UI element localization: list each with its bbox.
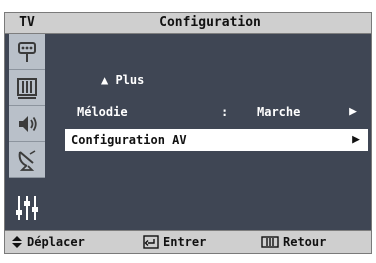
antenna-icon bbox=[18, 41, 36, 62]
sidebar-item-channel[interactable] bbox=[9, 142, 45, 178]
help-return-label: Retour bbox=[283, 235, 327, 249]
sidebar-item-picture[interactable] bbox=[9, 70, 45, 106]
menu-row-configuration-av[interactable]: Configuration AV ▶ bbox=[65, 129, 368, 151]
help-move: Déplacer bbox=[11, 231, 85, 253]
more-up-indicator[interactable]: ▲ Plus bbox=[101, 69, 365, 91]
menu-row-melodie[interactable]: Mélodie : Marche ▶ bbox=[71, 101, 365, 123]
more-label: ▲ Plus bbox=[101, 73, 145, 87]
sound-icon bbox=[19, 115, 37, 132]
help-return: Retour bbox=[261, 231, 326, 253]
channel-icon bbox=[18, 149, 36, 171]
menu-row-label: Configuration AV bbox=[71, 133, 187, 147]
menu-row-value: Marche bbox=[257, 105, 301, 119]
picture-icon bbox=[17, 77, 37, 99]
menu-title: Configuration bbox=[159, 15, 261, 30]
help-enter: Entrer bbox=[143, 231, 206, 253]
setup-icon bbox=[16, 195, 38, 220]
sidebar-item-sound[interactable] bbox=[9, 106, 45, 142]
menu-content: ▲ Plus Mélodie : Marche ▶ Configuration … bbox=[63, 33, 371, 237]
enter-icon bbox=[143, 235, 159, 249]
help-move-label: Déplacer bbox=[27, 235, 85, 249]
menu-row-separator: : bbox=[221, 105, 229, 119]
source-label: TV bbox=[19, 15, 35, 30]
title-bar: TV Configuration bbox=[5, 13, 371, 34]
up-down-arrow-icon bbox=[12, 236, 22, 248]
right-arrow-icon: ▶ bbox=[349, 104, 357, 119]
menu-sidebar bbox=[9, 34, 45, 237]
help-enter-label: Entrer bbox=[163, 235, 207, 249]
sidebar-item-input[interactable] bbox=[9, 34, 45, 70]
osd-window: TV Configuration ▲ Plus Mélodie: Marche… bbox=[4, 12, 372, 254]
right-arrow-icon: ▶ bbox=[352, 132, 360, 147]
menu-row-label: Mélodie bbox=[77, 105, 128, 119]
sidebar-item-setup[interactable] bbox=[9, 178, 45, 237]
menu-button-icon bbox=[261, 236, 279, 248]
help-bar: Déplacer Entrer Retour bbox=[5, 230, 371, 253]
